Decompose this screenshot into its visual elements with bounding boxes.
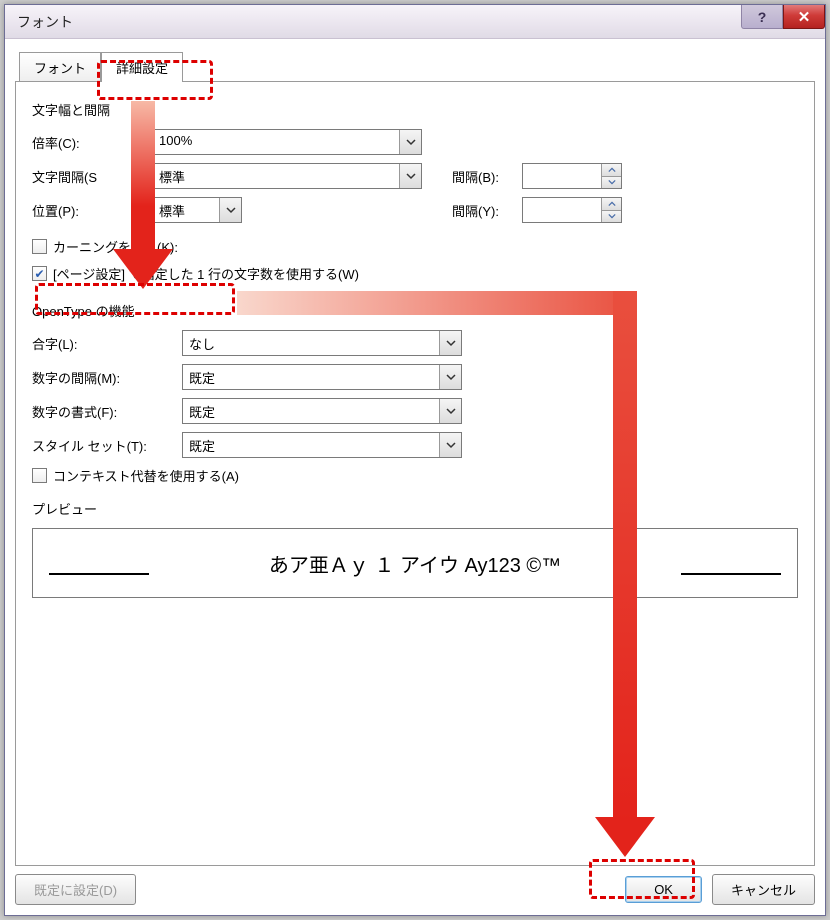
tab-font[interactable]: フォント: [19, 52, 101, 82]
spinner-arrows[interactable]: [601, 198, 621, 222]
scale-combo[interactable]: 100%: [152, 129, 422, 155]
tab-strip: フォント 詳細設定: [19, 51, 815, 81]
position-by-label: 間隔(Y):: [452, 201, 522, 220]
kerning-label: カーニングを行う(K):: [53, 237, 178, 256]
chevron-down-icon[interactable]: [399, 164, 421, 188]
preview-underline-right: [681, 573, 781, 575]
spacing-by-label: 間隔(B):: [452, 167, 522, 186]
preview-box: あア亜Ａｙ １ アイウ Ay123 ©™: [32, 528, 798, 598]
contextual-alt-label: コンテキスト代替を使用する(A): [53, 466, 239, 485]
spacing-by-spinner[interactable]: [522, 163, 622, 189]
scale-label: 倍率(C):: [32, 133, 152, 152]
chevron-down-icon[interactable]: [439, 331, 461, 355]
group-spacing-title: 文字幅と間隔: [32, 100, 798, 119]
position-value: 標準: [153, 198, 219, 222]
position-combo[interactable]: 標準: [152, 197, 242, 223]
style-sets-value: 既定: [183, 433, 439, 457]
ligatures-value: なし: [183, 331, 439, 355]
num-forms-value: 既定: [183, 399, 439, 423]
preview-underline-left: [49, 573, 149, 575]
ligatures-combo[interactable]: なし: [182, 330, 462, 356]
chevron-down-icon[interactable]: [219, 198, 241, 222]
position-by-spinner[interactable]: [522, 197, 622, 223]
spinner-up-icon: [602, 198, 621, 211]
close-button[interactable]: ✕: [783, 5, 825, 29]
use-page-chars-checkbox[interactable]: [32, 266, 47, 281]
tab-advanced[interactable]: 詳細設定: [101, 52, 183, 82]
group-opentype-title: OpenType の機能: [32, 301, 798, 320]
spinner-up-icon: [602, 164, 621, 177]
font-dialog-window: フォント ? ✕ フォント 詳細設定 文字幅と間隔 倍率(C): 100% 文字…: [4, 4, 826, 916]
tab-panel-advanced: 文字幅と間隔 倍率(C): 100% 文字間隔(S 標準 間隔(B):: [15, 81, 815, 866]
kerning-checkbox[interactable]: [32, 239, 47, 254]
chevron-down-icon[interactable]: [439, 365, 461, 389]
num-spacing-value: 既定: [183, 365, 439, 389]
spacing-label: 文字間隔(S: [32, 167, 152, 186]
set-default-button[interactable]: 既定に設定(D): [15, 874, 136, 905]
chevron-down-icon[interactable]: [439, 433, 461, 457]
ok-button[interactable]: OK: [625, 876, 702, 903]
preview-sample-text: あア亜Ａｙ １ アイウ Ay123 ©™: [269, 549, 561, 578]
window-buttons: ? ✕: [741, 5, 825, 31]
chevron-down-icon[interactable]: [439, 399, 461, 423]
num-forms-label: 数字の書式(F):: [32, 402, 182, 421]
window-title: フォント: [17, 12, 73, 32]
chevron-down-icon[interactable]: [399, 130, 421, 154]
dialog-footer: 既定に設定(D) OK キャンセル: [15, 866, 815, 905]
spacing-combo[interactable]: 標準: [152, 163, 422, 189]
num-forms-combo[interactable]: 既定: [182, 398, 462, 424]
client-area: フォント 詳細設定 文字幅と間隔 倍率(C): 100% 文字間隔(S 標準 間…: [5, 39, 825, 915]
titlebar[interactable]: フォント ? ✕: [5, 5, 825, 39]
spacing-by-value: [523, 164, 601, 188]
spinner-arrows[interactable]: [601, 164, 621, 188]
position-by-value: [523, 198, 601, 222]
spacing-value: 標準: [153, 164, 399, 188]
preview-title: プレビュー: [32, 499, 798, 518]
use-page-chars-label: [ページ設定] で指定した 1 行の文字数を使用する(W): [53, 264, 359, 283]
help-button[interactable]: ?: [741, 5, 783, 29]
style-sets-combo[interactable]: 既定: [182, 432, 462, 458]
contextual-alt-checkbox[interactable]: [32, 468, 47, 483]
scale-value: 100%: [153, 130, 399, 154]
cancel-button[interactable]: キャンセル: [712, 874, 815, 905]
spinner-down-icon: [602, 177, 621, 189]
spinner-down-icon: [602, 211, 621, 223]
ligatures-label: 合字(L):: [32, 334, 182, 353]
num-spacing-label: 数字の間隔(M):: [32, 368, 182, 387]
position-label: 位置(P):: [32, 201, 152, 220]
style-sets-label: スタイル セット(T):: [32, 436, 182, 455]
num-spacing-combo[interactable]: 既定: [182, 364, 462, 390]
